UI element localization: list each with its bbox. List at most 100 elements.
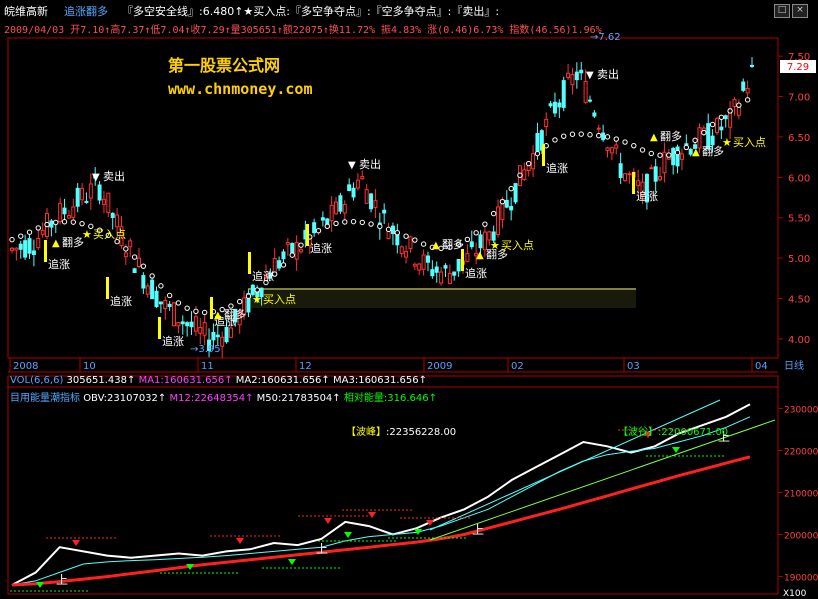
candle-body <box>504 199 509 208</box>
buy-label: 买入点 <box>733 136 766 149</box>
safety-dot <box>692 137 698 144</box>
safety-dot <box>79 220 85 227</box>
safety-dot <box>744 97 751 103</box>
price-y-axis: 7.507.006.506.005.505.004.504.00 <box>778 52 810 346</box>
turn-label: 翻多 <box>660 129 682 143</box>
safety-dot <box>639 147 646 153</box>
obv-ytick-label: 220000 <box>784 447 818 457</box>
candle-body <box>141 275 146 289</box>
peak-label: 【波峰】:22356228.00 <box>346 427 457 438</box>
obv-m50: M50:21783504↑ <box>256 393 341 404</box>
safety-dot <box>420 241 427 247</box>
safety-dot <box>324 223 330 229</box>
safety-dot <box>412 237 418 243</box>
safety-line-dots <box>9 97 751 316</box>
safety-dot <box>561 133 567 139</box>
candle-body <box>163 299 168 310</box>
candle-body <box>623 173 628 181</box>
candle-body <box>62 207 67 215</box>
candle-body <box>176 321 181 327</box>
chase-label: 追涨 <box>546 161 568 175</box>
sell-label: 卖出 <box>103 169 125 183</box>
candle-body <box>404 250 409 258</box>
chase-label: 追涨 <box>48 257 70 271</box>
chase-bar <box>632 172 635 194</box>
safety-dot <box>53 219 59 226</box>
price-ytick-label: 4.00 <box>788 335 810 346</box>
candle-body <box>421 254 426 270</box>
buy-star: ★ <box>82 228 92 241</box>
up-mark: 上 <box>472 523 484 537</box>
candle-body <box>285 242 290 245</box>
safety-dot <box>359 219 365 226</box>
sell-label: 卖出 <box>359 157 381 171</box>
obv-name[interactable]: 目用能量潮指标 <box>10 393 80 404</box>
candle-body <box>570 74 575 86</box>
date-axis: 2008 10 11 12 2009 02 03 04 日线 <box>9 358 804 372</box>
safety-dot <box>674 149 681 156</box>
candle-body <box>649 167 654 170</box>
safety-dot <box>508 185 514 192</box>
candle-body <box>750 64 754 67</box>
chase-bar <box>306 224 309 246</box>
vol-label: VOL(6,6,6) <box>10 375 64 386</box>
safety-dot <box>44 221 50 228</box>
peak-marker <box>72 540 80 546</box>
price-ytick-label: 7.00 <box>788 93 810 104</box>
safety-dot <box>552 137 558 143</box>
candle-body <box>277 260 282 269</box>
obv-marks: 上上上上 <box>10 429 730 592</box>
safety-dot <box>70 219 77 225</box>
safety-dot <box>280 262 287 268</box>
chase-label: 追涨 <box>162 334 184 348</box>
safety-dot <box>201 309 208 316</box>
chase-bar <box>461 249 464 271</box>
safety-dot <box>534 150 541 157</box>
candle-body <box>66 215 71 219</box>
candle-body <box>351 187 356 198</box>
chase-bar <box>106 277 109 299</box>
candle-body <box>609 147 614 154</box>
candle-body <box>40 230 45 235</box>
up-mark: 上 <box>56 573 68 587</box>
obv-unit: X100 <box>783 589 807 599</box>
date-label: 2008 <box>13 361 38 372</box>
candle-body <box>58 202 63 223</box>
safety-dot <box>333 220 339 227</box>
last-price-text: 7.29 <box>787 62 809 73</box>
safety-dot <box>569 131 576 137</box>
price-ytick-label: 5.50 <box>788 214 810 225</box>
candle-body <box>347 184 352 192</box>
candle-body <box>535 132 540 153</box>
date-label: 12 <box>299 361 312 372</box>
candle-body <box>84 200 89 203</box>
candle-body <box>31 250 36 255</box>
candle-body <box>675 146 680 167</box>
candle-body <box>75 187 80 207</box>
buy-label: 买入点 <box>93 228 126 241</box>
safety-dot <box>525 160 532 167</box>
trough-marker <box>672 447 680 453</box>
candle-body <box>320 217 325 221</box>
chart-svg[interactable]: 7.507.006.506.005.505.004.504.00 7.29 追涨… <box>0 0 818 599</box>
turn-triangle: ▲ <box>650 132 658 143</box>
candle-body <box>211 331 216 341</box>
safety-dot <box>289 252 295 258</box>
safety-dot <box>473 230 479 236</box>
sell-triangle: ▼ <box>92 172 100 183</box>
candle-body <box>364 189 369 204</box>
candle-body <box>281 251 286 260</box>
candle-body <box>228 327 233 338</box>
candle-body <box>128 240 133 248</box>
candle-body <box>18 243 23 250</box>
safety-dot <box>9 236 15 243</box>
safety-dot <box>166 292 173 299</box>
candle-body <box>123 252 128 258</box>
candle-body <box>115 214 120 228</box>
candle-body <box>557 102 562 108</box>
candle-body <box>465 253 470 262</box>
safety-dot <box>666 152 672 158</box>
candle-body <box>618 163 623 179</box>
sell-triangle: ▼ <box>348 160 356 171</box>
safety-dot <box>123 246 129 252</box>
